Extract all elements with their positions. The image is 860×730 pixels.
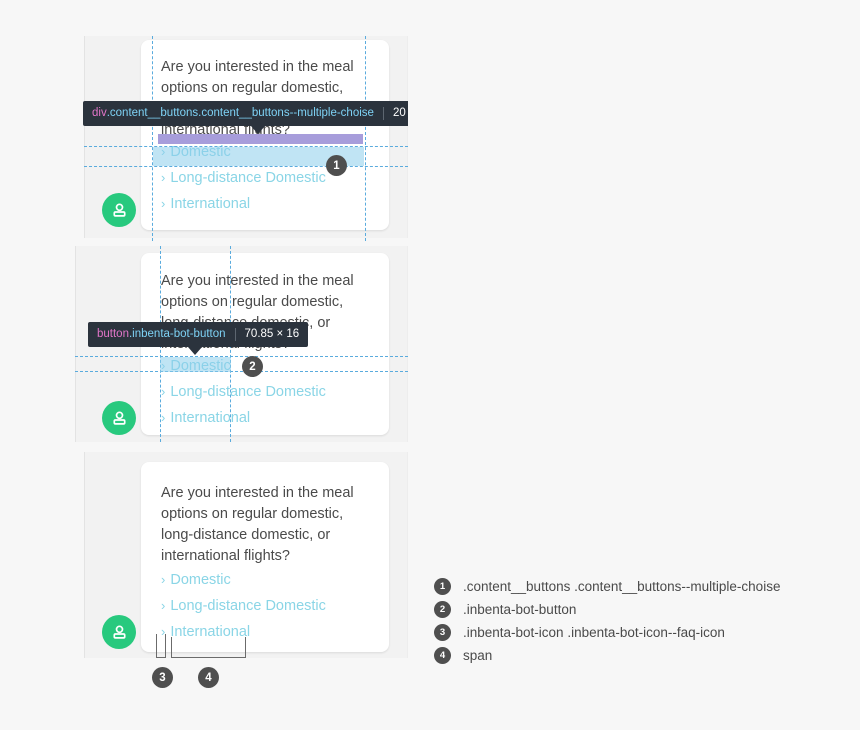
legend-item: 3 .inbenta-bot-icon .inbenta-bot-icon--f… [434, 621, 780, 644]
tooltip-separator [382, 107, 384, 120]
faq-chevron-icon: › [161, 410, 166, 425]
tooltip-classes: .inbenta-bot-button [128, 328, 226, 340]
devtools-guide-vertical [365, 36, 366, 241]
bot-avatar-icon [102, 193, 136, 227]
callout-badge-4: 4 [198, 667, 219, 688]
devtools-margin-highlight [158, 134, 363, 144]
devtools-tooltip-1: div .content__buttons.content__buttons--m… [83, 101, 408, 126]
annotated-screenshot-stage: Are you interested in the meal options o… [0, 0, 860, 730]
chat-question-text: Are you interested in the meal options o… [161, 485, 354, 564]
callout-bracket-4 [171, 637, 246, 658]
legend-item: 4 span [434, 644, 780, 667]
choice-label: Long-distance Domestic [170, 170, 326, 186]
tooltip-size: 70.85 × 16 [244, 328, 300, 340]
choice-label: International [170, 410, 251, 426]
choice-button-international[interactable]: › International [161, 196, 250, 212]
legend-badge: 4 [434, 647, 451, 664]
legend-badge: 1 [434, 578, 451, 595]
legend-item: 2 .inbenta-bot-button [434, 598, 780, 621]
tooltip-separator [234, 328, 236, 341]
panel-3-container: Are you interested in the meal options o… [84, 452, 408, 658]
legend-item: 1 .content__buttons .content__buttons--m… [434, 575, 780, 598]
bot-avatar-icon [102, 615, 136, 649]
choice-button-domestic[interactable]: › Domestic [161, 572, 231, 588]
callout-badge-2: 2 [242, 356, 263, 377]
legend-label: .inbenta-bot-icon .inbenta-bot-icon--faq… [463, 625, 725, 640]
choice-button-long-distance-domestic[interactable]: › Long-distance Domestic [161, 384, 326, 400]
devtools-content-highlight [160, 357, 231, 372]
choice-button-long-distance-domestic[interactable]: › Long-distance Domestic [161, 170, 326, 186]
faq-chevron-icon: › [161, 196, 166, 211]
faq-chevron-icon: › [161, 170, 166, 185]
legend: 1 .content__buttons .content__buttons--m… [434, 575, 780, 667]
choice-label: Long-distance Domestic [170, 598, 326, 614]
choice-label: Domestic [170, 572, 231, 588]
devtools-tooltip-2-arrow [188, 347, 202, 355]
callout-badge-3: 3 [152, 667, 173, 688]
tooltip-tag: div [92, 107, 107, 119]
legend-badge: 2 [434, 601, 451, 618]
legend-label: .inbenta-bot-button [463, 602, 577, 617]
devtools-guide-horizontal [84, 166, 408, 167]
tooltip-size: 20 [392, 107, 406, 119]
devtools-tooltip-1-arrow [251, 126, 265, 134]
devtools-guide-horizontal [75, 371, 408, 372]
callout-badge-1: 1 [326, 155, 347, 176]
bot-avatar-icon [102, 401, 136, 435]
tooltip-1-clip: div .content__buttons.content__buttons--m… [83, 101, 408, 127]
choice-button-long-distance-domestic[interactable]: › Long-distance Domestic [161, 598, 326, 614]
devtools-guide-horizontal [75, 356, 408, 357]
tooltip-tag: button [97, 328, 129, 340]
legend-badge: 3 [434, 624, 451, 641]
callout-bracket-3 [156, 634, 166, 658]
devtools-tooltip-2: button .inbenta-bot-button 70.85 × 16 [88, 322, 309, 347]
chat-question-text: Are you interested in the meal options o… [161, 59, 354, 138]
faq-chevron-icon: › [161, 384, 166, 399]
faq-chevron-icon: › [161, 572, 166, 587]
choice-label: International [170, 196, 251, 212]
choice-label: Long-distance Domestic [170, 384, 326, 400]
chat-bubble: Are you interested in the meal options o… [141, 462, 389, 652]
tooltip-classes: .content__buttons.content__buttons--mult… [106, 107, 374, 119]
legend-label: span [463, 648, 493, 663]
faq-chevron-icon: › [161, 598, 166, 613]
legend-label: .content__buttons .content__buttons--mul… [463, 579, 781, 594]
choice-button-international[interactable]: › International [161, 410, 250, 426]
devtools-guide-vertical [152, 36, 153, 241]
